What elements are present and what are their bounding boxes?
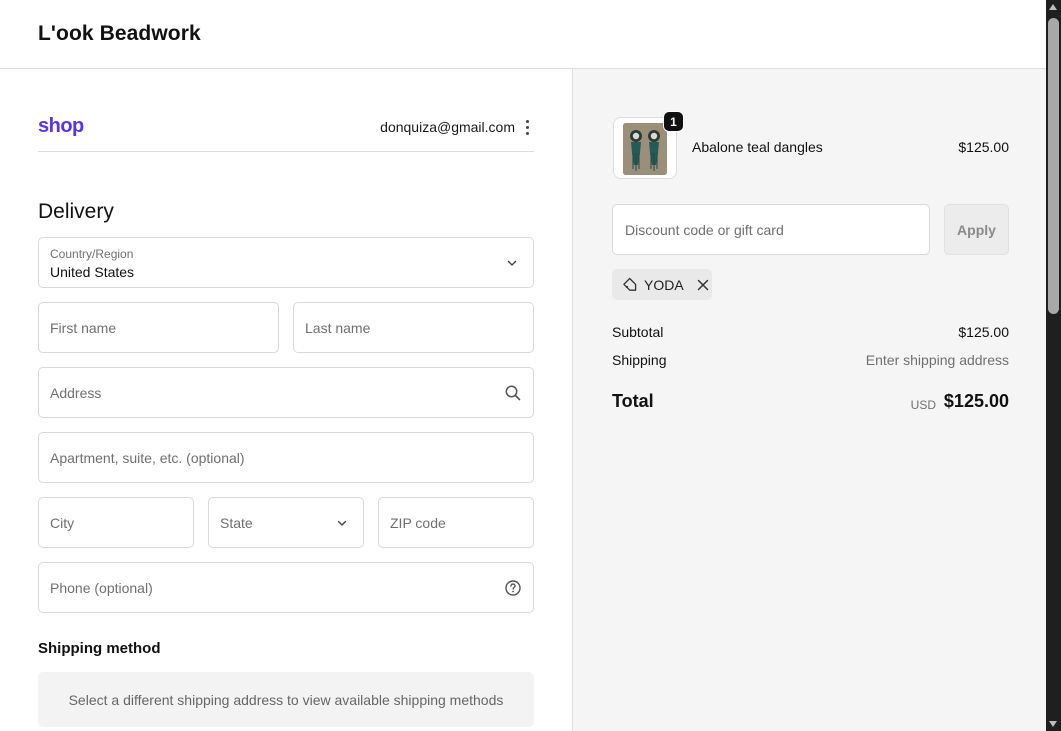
total-label: Total (612, 391, 654, 411)
delivery-title: Delivery (38, 200, 114, 223)
shipping-value: Enter shipping address (865, 352, 1009, 368)
checkout-form-column: shop donquiza@gmail.com Delivery Country… (0, 69, 572, 731)
apartment-field[interactable]: Apartment, suite, etc. (optional) (38, 432, 534, 483)
product-thumbnail: 1 (613, 111, 684, 179)
country-select[interactable]: Country/Region United States (38, 237, 534, 288)
applied-discount-chip: YODA (612, 269, 712, 300)
first-name-placeholder: First name (50, 319, 117, 336)
first-name-field[interactable]: First name (38, 302, 279, 353)
page-scrollbar[interactable] (1046, 0, 1061, 731)
apply-discount-button[interactable]: Apply (944, 204, 1009, 255)
apartment-placeholder: Apartment, suite, etc. (optional) (50, 449, 245, 466)
last-name-placeholder: Last name (305, 319, 371, 336)
item-name: Abalone teal dangles (692, 139, 823, 155)
close-icon[interactable] (696, 278, 710, 292)
tag-icon (623, 277, 637, 291)
city-placeholder: City (50, 514, 75, 531)
kebab-menu-icon[interactable] (521, 117, 533, 137)
state-placeholder: State (220, 514, 253, 531)
search-icon (505, 385, 521, 400)
shipping-method-notice: Select a different shipping address to v… (38, 672, 534, 727)
question-circle-icon[interactable] (504, 579, 522, 597)
zip-placeholder: ZIP code (390, 514, 446, 531)
chevron-down-icon (337, 520, 347, 526)
shipping-method-title: Shipping method (38, 640, 161, 657)
account-email: donquiza@gmail.com (380, 119, 515, 135)
account-divider (38, 151, 534, 152)
discount-placeholder: Discount code or gift card (625, 221, 784, 238)
shop-pay-logo: shop (38, 115, 84, 137)
shipping-label: Shipping (612, 352, 667, 368)
shipping-method-message: Select a different shipping address to v… (68, 691, 504, 708)
order-summary: 1 Abalone teal dangles $125.00 Discount … (572, 69, 1046, 731)
checkout-page: L'ook Beadwork shop donquiza@gmail.com D… (0, 0, 1061, 731)
country-value: United States (50, 264, 135, 280)
total-amount: $125.00 (943, 391, 1009, 411)
applied-discount-code: YODA (644, 276, 684, 293)
last-name-field[interactable]: Last name (293, 302, 534, 353)
phone-placeholder: Phone (optional) (50, 579, 153, 596)
scroll-up-arrow-icon[interactable] (1049, 4, 1057, 10)
product-image (623, 123, 667, 175)
chevron-down-icon (507, 260, 517, 266)
city-field[interactable]: City (38, 497, 194, 548)
state-select[interactable]: State (208, 497, 364, 548)
country-label: Country/Region (50, 247, 134, 261)
quantity-badge: 1 (663, 111, 684, 132)
item-price: $125.00 (958, 139, 1009, 155)
scrollbar-thumb[interactable] (1048, 18, 1059, 314)
subtotal-label: Subtotal (612, 324, 664, 340)
phone-field[interactable]: Phone (optional) (38, 562, 534, 613)
zip-field[interactable]: ZIP code (378, 497, 534, 548)
total-currency: USD (910, 398, 936, 412)
address-field[interactable]: Address (38, 367, 534, 418)
scroll-down-arrow-icon[interactable] (1049, 721, 1057, 727)
store-name[interactable]: L'ook Beadwork (38, 22, 201, 46)
store-header: L'ook Beadwork (0, 0, 1046, 69)
address-placeholder: Address (50, 384, 102, 401)
discount-code-input[interactable]: Discount code or gift card (612, 204, 930, 255)
subtotal-value: $125.00 (958, 324, 1009, 340)
